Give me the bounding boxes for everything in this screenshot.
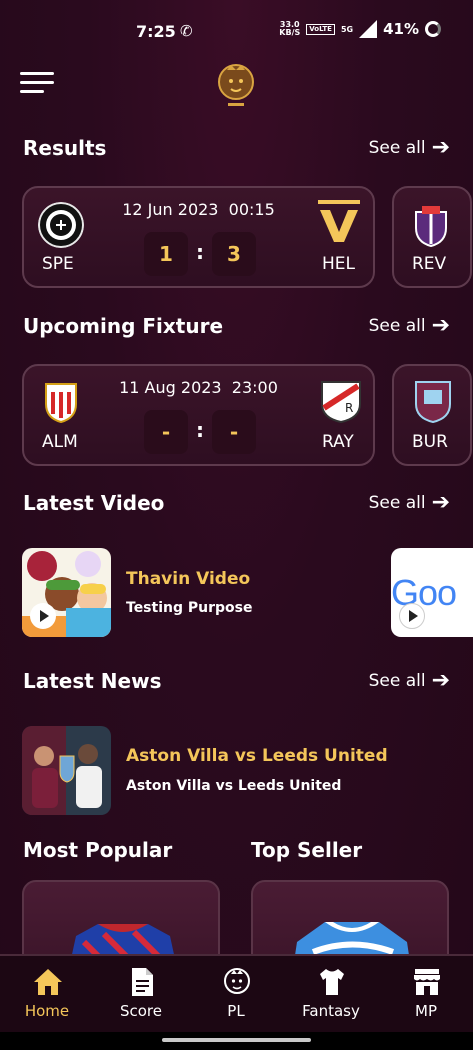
top-seller-title: Top Seller xyxy=(251,838,363,862)
storefront-icon xyxy=(414,969,440,995)
status-bar: 7:25 ✆ 33.0 KB/S VoLTE 5G 41% xyxy=(0,0,473,62)
fixture-match-card-partial[interactable]: BUR xyxy=(392,364,472,466)
away-team-code: RAY xyxy=(322,432,354,452)
hamburger-menu-icon[interactable] xyxy=(20,72,54,96)
nav-item-score[interactable]: Score xyxy=(94,956,188,1034)
match-date: 12 Jun 2023 xyxy=(122,200,219,219)
nav-label: Fantasy xyxy=(302,1002,360,1020)
thumb-text: Goo xyxy=(391,572,457,613)
results-section-header: Results See all ➔ xyxy=(23,133,450,163)
home-team-code: BUR xyxy=(412,432,448,452)
lion-logo-icon xyxy=(224,968,250,994)
home-team-code: SPE xyxy=(42,254,74,274)
result-match-card-partial[interactable]: REV xyxy=(392,186,472,288)
news-see-all-link[interactable]: See all ➔ xyxy=(369,670,450,692)
upcoming-see-all-link[interactable]: See all ➔ xyxy=(369,315,450,337)
away-score: 3 xyxy=(212,232,256,276)
video-title: Latest Video xyxy=(23,491,165,515)
arrow-right-icon: ➔ xyxy=(431,313,450,338)
brand-lion-logo-icon xyxy=(218,64,254,106)
results-see-all-link[interactable]: See all ➔ xyxy=(369,137,450,159)
rayo-vallecano-crest-icon: R xyxy=(321,381,361,424)
match-time: 23:00 xyxy=(231,378,278,397)
video-section-header: Latest Video See all ➔ xyxy=(23,488,450,518)
home-score: - xyxy=(144,410,188,454)
upcoming-title: Upcoming Fixture xyxy=(23,314,224,338)
score-separator: : xyxy=(196,418,204,442)
gesture-bar xyxy=(0,1032,473,1050)
news-section-header: Latest News See all ➔ xyxy=(23,666,450,696)
network-type: 5G xyxy=(340,24,354,34)
see-all-label: See all xyxy=(368,671,426,691)
upcoming-section-header: Upcoming Fixture See all ➔ xyxy=(23,311,450,341)
see-all-label: See all xyxy=(368,493,426,513)
away-team-code: HEL xyxy=(322,254,355,274)
arrow-right-icon: ➔ xyxy=(431,668,450,693)
battery-percent: 41% xyxy=(383,20,419,38)
burnley-crest-icon xyxy=(415,381,451,424)
video-subtitle-text: Testing Purpose xyxy=(126,600,253,616)
score-separator: : xyxy=(196,240,204,264)
bottom-navigation: Home Score PL Fantasy MP xyxy=(0,954,473,1032)
arrow-right-icon: ➔ xyxy=(431,490,450,515)
match-date: 11 Aug 2023 xyxy=(119,378,222,397)
see-all-label: See all xyxy=(368,138,426,158)
nav-label: MP xyxy=(415,1002,437,1020)
play-icon[interactable] xyxy=(30,603,56,629)
result-match-card[interactable]: SPE 12 Jun 2023 00:15 1 : 3 HEL xyxy=(22,186,375,288)
see-all-label: See all xyxy=(368,316,426,336)
away-score: - xyxy=(212,410,256,454)
jersey-icon xyxy=(320,969,344,995)
home-gesture-handle[interactable] xyxy=(162,1038,311,1042)
play-icon[interactable] xyxy=(399,603,425,629)
video-thumbnail[interactable] xyxy=(22,548,111,637)
network-speed: 33.0 KB/S xyxy=(279,21,300,37)
most-popular-title: Most Popular xyxy=(23,838,173,862)
home-icon xyxy=(34,969,62,995)
video-title-text[interactable]: Thavin Video xyxy=(126,569,250,589)
nav-item-mp[interactable]: MP xyxy=(379,956,473,1034)
video-see-all-link[interactable]: See all ➔ xyxy=(369,492,450,514)
video-thumbnail-partial[interactable]: Goo xyxy=(391,548,473,637)
home-score: 1 xyxy=(144,232,188,276)
nav-label: Home xyxy=(24,1002,70,1020)
svg-text:R: R xyxy=(345,401,353,415)
arrow-right-icon: ➔ xyxy=(431,135,450,160)
signal-icon xyxy=(359,20,378,38)
nav-item-fantasy[interactable]: Fantasy xyxy=(284,956,378,1034)
volte-icon: VoLTE xyxy=(306,23,335,35)
news-headline[interactable]: Aston Villa vs Leeds United xyxy=(126,746,388,766)
home-team-code: ALM xyxy=(42,432,78,452)
nav-label: PL xyxy=(227,1002,245,1020)
battery-icon xyxy=(425,21,441,37)
network-speed-unit: KB/S xyxy=(279,28,301,37)
match-poster-image xyxy=(22,726,111,815)
nav-item-pl[interactable]: PL xyxy=(189,956,283,1034)
news-title: Latest News xyxy=(23,669,162,693)
nav-label: Score xyxy=(119,1002,162,1020)
document-icon xyxy=(132,968,153,996)
fixture-match-card[interactable]: ALM 11 Aug 2023 23:00 - : - R RAY xyxy=(22,364,375,466)
results-title: Results xyxy=(23,136,107,160)
home-team-code: REV xyxy=(412,254,447,274)
match-time: 00:15 xyxy=(228,200,275,219)
news-thumbnail[interactable] xyxy=(22,726,111,815)
news-subtitle: Aston Villa vs Leeds United xyxy=(126,778,342,794)
status-indicators: 33.0 KB/S VoLTE 5G 41% xyxy=(279,20,441,38)
valladolid-crest-icon xyxy=(415,206,447,248)
nav-item-home[interactable]: Home xyxy=(0,956,94,1034)
app-header xyxy=(0,56,473,116)
status-time: 7:25 xyxy=(136,22,176,41)
hellas-verona-crest-icon xyxy=(318,200,360,242)
phone-call-icon: ✆ xyxy=(180,22,193,40)
